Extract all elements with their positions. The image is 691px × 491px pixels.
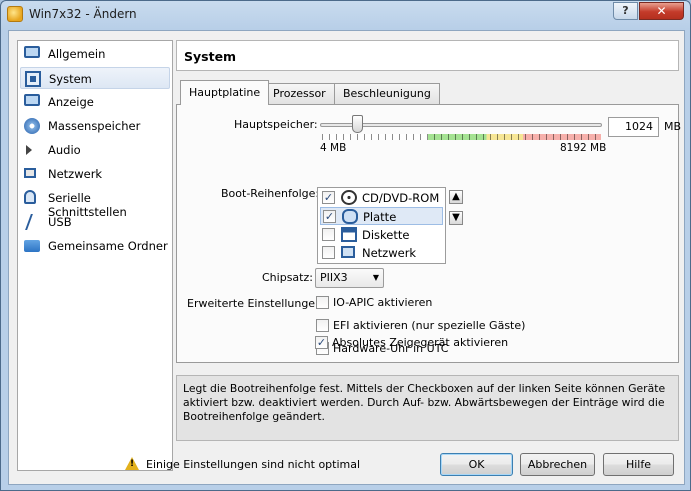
boot-item-label: CD/DVD-ROM [362,191,440,205]
shared-folder-icon [24,240,40,252]
ok-button[interactable]: OK [440,453,513,476]
option-label: EFI aktivieren (nur spezielle Gäste) [333,319,526,332]
memory-min-label: 4 MB [320,142,347,154]
boot-item-checkbox[interactable]: ✓ [322,191,335,204]
title-bar[interactable]: Win7x32 - Ändern ? ✕ [1,1,690,29]
tab-panel-hauptplatine: Hauptspeicher: 4 MB 8192 MB 1024 MB Boot… [176,104,682,363]
sidebar-item-system[interactable]: System [20,67,170,89]
boot-item-checkbox[interactable] [322,246,335,259]
memory-slider-ticks [322,134,601,140]
sidebar-item-serielle-schnittstellen[interactable]: Serielle Schnittstellen [20,187,170,219]
sidebar-item-usb[interactable]: USB [20,211,170,233]
move-down-button[interactable]: ▼ [449,211,463,225]
settings-sidebar: Allgemein System Anzeige Massenspeicher … [17,40,173,471]
cancel-button[interactable]: Abbrechen [520,453,595,476]
memory-slider-handle[interactable] [351,115,363,133]
dialog-window: Win7x32 - Ändern ? ✕ Allgemein System An… [0,0,691,491]
storage-disk-icon [24,118,40,134]
sidebar-item-label: Gemeinsame Ordner [48,239,168,253]
io-apic-checkbox[interactable] [316,296,329,309]
help-button[interactable]: Hilfe [603,453,674,476]
sidebar-item-label: Audio [48,143,81,157]
speaker-icon [26,145,32,155]
chipset-value: PIIX3 [320,271,348,284]
display-icon [24,94,40,106]
sidebar-item-label: System [49,72,92,86]
memory-unit-label: MB [664,120,682,133]
virtualbox-app-icon [7,6,23,22]
description-box: Legt die Bootreihenfolge fest. Mittels d… [176,375,679,441]
sidebar-item-label: Netzwerk [48,167,103,181]
boot-item-checkbox[interactable] [322,228,335,241]
boot-item-diskette[interactable]: Diskette [320,226,443,244]
boot-order-label: Boot-Reihenfolge: [221,187,320,200]
option-label: IO-APIC aktivieren [333,296,433,309]
sidebar-item-label: USB [48,215,72,229]
move-up-button[interactable]: ▲ [449,190,463,204]
page-title: System [184,49,237,64]
sidebar-item-gemeinsame-ordner[interactable]: Gemeinsame Ordner [20,235,170,257]
network-icon [24,168,36,178]
help-icon[interactable]: ? [613,2,638,20]
boot-item-checkbox[interactable]: ✓ [323,210,336,223]
boot-item-netzwerk[interactable]: Netzwerk [320,244,443,262]
sidebar-item-netzwerk[interactable]: Netzwerk [20,163,170,185]
tab-hauptplatine[interactable]: Hauptplatine [180,80,270,105]
sidebar-item-label: Anzeige [48,95,94,109]
boot-item-label: Platte [363,210,397,224]
memory-spinbox[interactable]: 1024 [608,117,659,137]
close-icon[interactable]: ✕ [639,2,684,20]
sidebar-item-label: Allgemein [48,47,106,61]
serial-port-icon [24,190,36,204]
boot-item-label: Diskette [362,228,410,242]
boot-item-cd-dvd[interactable]: ✓ CD/DVD-ROM [320,189,443,207]
boot-item-label: Netzwerk [362,246,417,260]
hard-disk-icon [342,209,358,224]
floppy-icon [341,227,357,242]
boot-item-platte[interactable]: ✓ Platte [320,207,443,225]
tab-prozessor[interactable]: Prozessor [264,83,335,104]
chip-icon [25,71,41,87]
dialog-body: Allgemein System Anzeige Massenspeicher … [8,30,685,485]
warning-exclamation-icon: ! [130,459,135,469]
boot-order-list[interactable]: ✓ CD/DVD-ROM ✓ Platte Diskette Netzwerk [317,187,446,264]
memory-label: Hauptspeicher: [234,118,318,131]
chipset-label: Chipsatz: [262,271,313,284]
extended-settings-label: Erweiterte Einstellungen: [187,297,326,310]
monitor-icon [24,46,40,58]
option-label: Absolutes Zeigegerät aktivieren [332,336,509,349]
window-title: Win7x32 - Ändern [29,7,137,21]
chipset-select[interactable]: PIIX3 ▼ [315,268,384,288]
sidebar-item-label: Massenspeicher [48,119,141,133]
page-header: System [176,40,679,71]
tab-beschleunigung[interactable]: Beschleunigung [334,83,440,104]
sidebar-item-anzeige[interactable]: Anzeige [20,91,170,113]
absolute-pointing-checkbox[interactable]: ✓ [315,336,328,349]
efi-checkbox[interactable] [316,319,329,332]
warning-message: Einige Einstellungen sind nicht optimal [146,458,361,471]
cd-dvd-icon [341,190,357,205]
memory-max-label: 8192 MB [560,142,607,154]
sidebar-item-massenspeicher[interactable]: Massenspeicher [20,115,170,137]
sidebar-item-audio[interactable]: Audio [20,139,170,161]
usb-icon [25,214,39,230]
sidebar-item-allgemein[interactable]: Allgemein [20,43,170,65]
chevron-down-icon: ▼ [372,273,379,282]
network-boot-icon [341,246,355,258]
